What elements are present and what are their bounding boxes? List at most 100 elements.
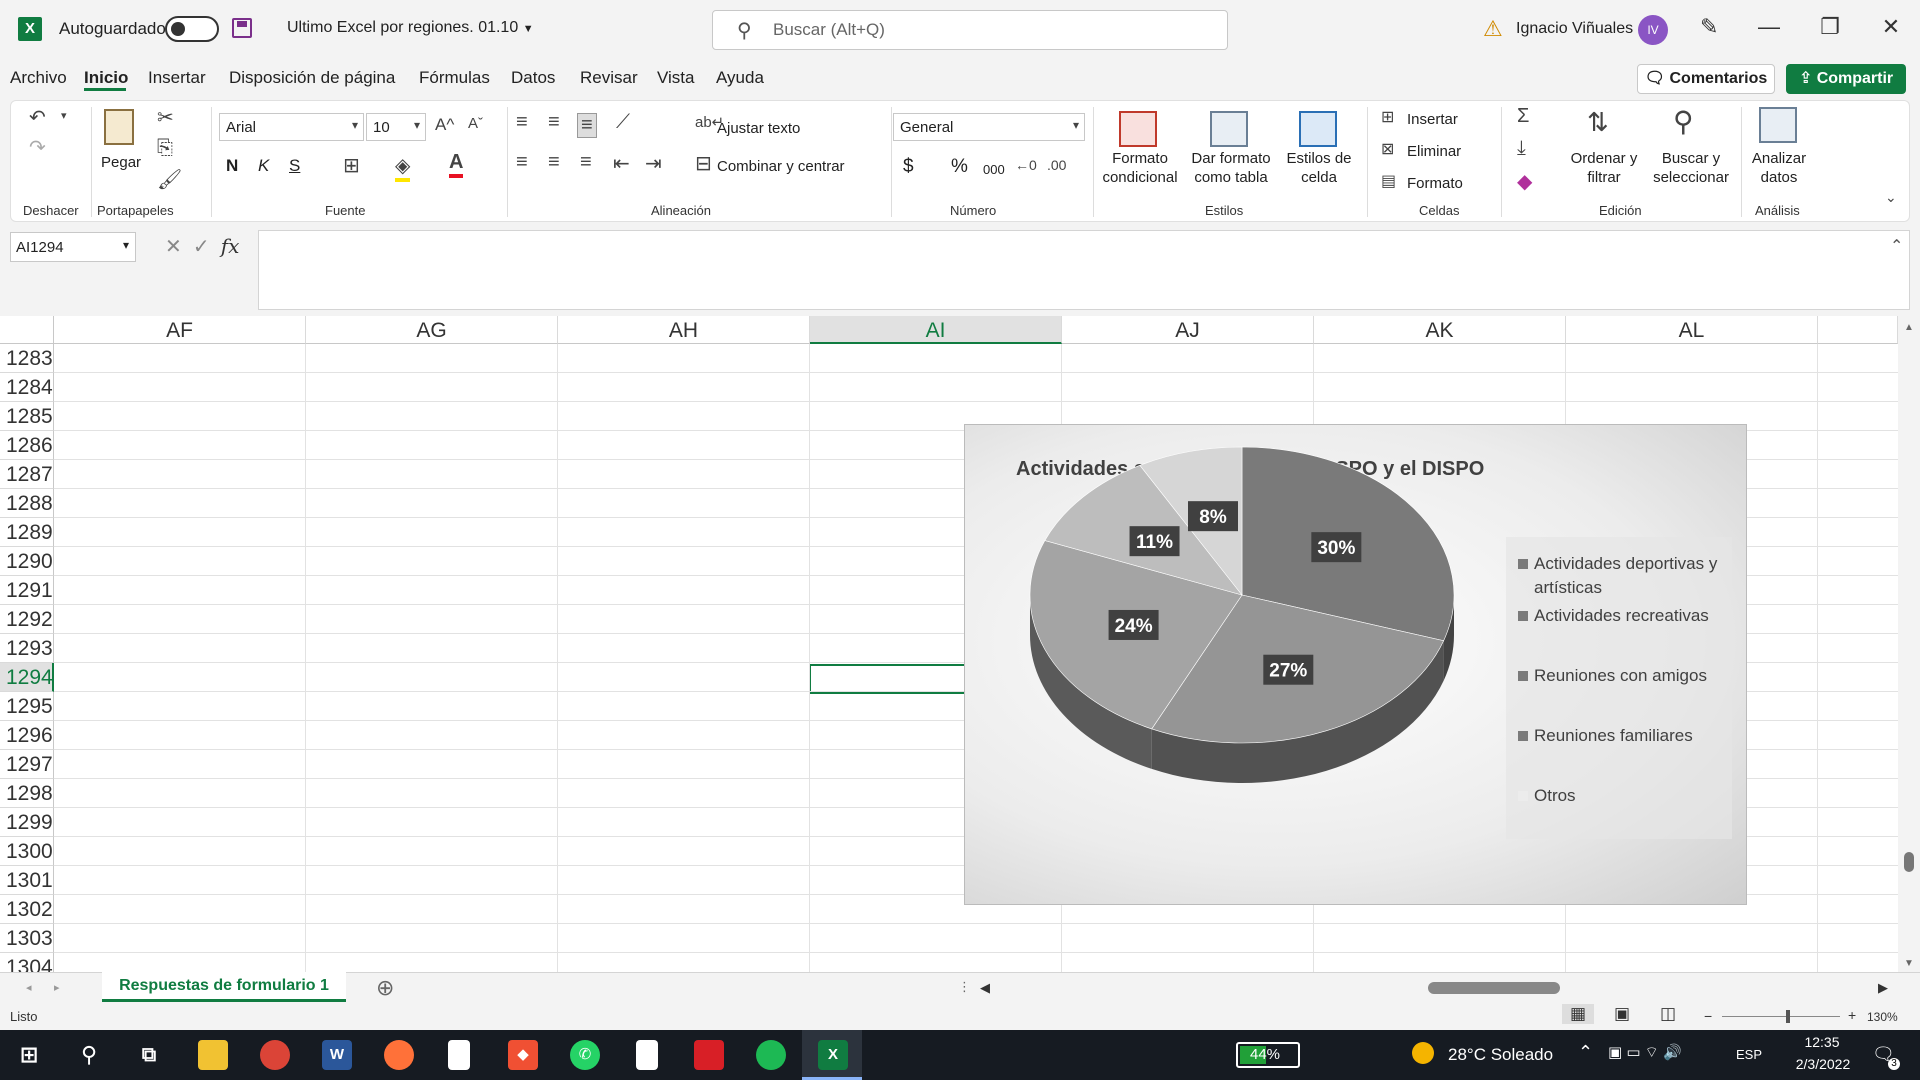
autosave-toggle[interactable] xyxy=(165,16,219,42)
row-header[interactable]: 1289 xyxy=(0,518,54,547)
tab-archivo[interactable]: Archivo xyxy=(10,68,67,88)
tab-ayuda[interactable]: Ayuda xyxy=(716,68,764,88)
decrease-font-icon[interactable]: Aˇ xyxy=(468,115,483,132)
name-box[interactable]: AI1294 ▾ xyxy=(10,232,136,262)
comments-button[interactable]: 🗨 Comentarios xyxy=(1637,64,1775,94)
pie-chart[interactable]: Actividades suspendidas por el ASPO y el… xyxy=(964,424,1747,905)
tab-insertar[interactable]: Insertar xyxy=(148,68,206,88)
paste-icon[interactable] xyxy=(104,109,134,145)
excel-icon[interactable]: X xyxy=(818,1040,848,1070)
restore-icon[interactable]: ❐ xyxy=(1815,14,1845,40)
redo-icon[interactable]: ↷ xyxy=(29,135,46,160)
decrease-indent-icon[interactable]: ⇤ xyxy=(613,151,630,176)
pdf-icon[interactable] xyxy=(694,1040,724,1070)
zoom-level[interactable]: 130% xyxy=(1867,1010,1898,1024)
file-explorer-icon[interactable] xyxy=(198,1040,228,1070)
scroll-right-icon[interactable]: ▶ xyxy=(1878,980,1888,996)
row-header[interactable]: 1287 xyxy=(0,460,54,489)
windows-start-icon[interactable]: ⊞ xyxy=(14,1040,44,1070)
clear-icon[interactable]: ◆ xyxy=(1517,169,1532,194)
tab-vista[interactable]: Vista xyxy=(657,68,695,88)
thousands-button[interactable]: 000 xyxy=(983,160,1005,179)
tab-inicio[interactable]: Inicio xyxy=(84,68,128,88)
function-icon[interactable]: fx xyxy=(221,234,240,258)
row-header[interactable]: 1296 xyxy=(0,721,54,750)
page-layout-icon[interactable]: ▣ xyxy=(1614,1004,1630,1024)
sort-filter-button[interactable]: Ordenar y filtrar xyxy=(1564,149,1644,187)
close-icon[interactable]: ✕ xyxy=(1876,14,1906,40)
tab-datos[interactable]: Datos xyxy=(511,68,555,88)
scroll-left-icon[interactable]: ◀ xyxy=(980,980,990,996)
firefox-icon[interactable] xyxy=(384,1040,414,1070)
scroll-down-icon[interactable]: ▼ xyxy=(1904,958,1914,969)
delete-cells-button[interactable]: Eliminar xyxy=(1407,142,1461,161)
number-format-select[interactable]: General ▾ xyxy=(893,113,1085,141)
row-header[interactable]: 1285 xyxy=(0,402,54,431)
vertical-scrollbar[interactable]: ▲ ▼ xyxy=(1898,316,1920,976)
percent-button[interactable]: % xyxy=(951,157,968,176)
normal-view-icon[interactable]: ▦ xyxy=(1562,1004,1595,1024)
find-select-button[interactable]: Buscar y seleccionar xyxy=(1646,149,1736,187)
align-bottom-icon[interactable]: ≡ xyxy=(577,113,597,138)
merge-center-button[interactable]: Combinar y centrar xyxy=(717,157,845,176)
find-select-icon[interactable]: ⚲ xyxy=(1673,105,1694,138)
wrap-text-button[interactable]: Ajustar texto xyxy=(717,119,800,138)
zoom-slider-thumb[interactable] xyxy=(1786,1010,1790,1023)
prev-sheet-icon[interactable]: ◂ xyxy=(26,981,32,994)
increase-font-icon[interactable]: A^ xyxy=(435,115,454,135)
row-header[interactable]: 1290 xyxy=(0,547,54,576)
font-color-icon[interactable]: A xyxy=(449,151,464,178)
copy-icon[interactable]: ⎘ xyxy=(157,137,173,160)
split-handle-icon[interactable]: ⋮ xyxy=(958,979,971,995)
orientation-icon[interactable]: ⟋ xyxy=(616,111,630,134)
save-icon[interactable] xyxy=(232,18,252,38)
avatar[interactable]: IV xyxy=(1638,15,1668,45)
search-icon[interactable]: ⚲ xyxy=(74,1040,104,1070)
row-header[interactable]: 1297 xyxy=(0,750,54,779)
insert-cells-icon[interactable]: ⊞ xyxy=(1381,107,1394,127)
add-sheet-icon[interactable]: ⊕ xyxy=(376,975,394,1001)
zoom-out-icon[interactable]: − xyxy=(1704,1008,1712,1024)
analyze-data-icon[interactable] xyxy=(1759,107,1797,143)
row-header[interactable]: 1295 xyxy=(0,692,54,721)
fill-color-icon[interactable]: ◈ xyxy=(395,153,411,182)
spotify-icon[interactable] xyxy=(756,1040,786,1070)
cut-icon[interactable]: ✂ xyxy=(157,105,174,130)
row-header[interactable]: 1303 xyxy=(0,924,54,953)
conditional-format-icon[interactable] xyxy=(1119,111,1157,147)
italic-button[interactable]: K xyxy=(258,156,269,175)
conditional-format-button[interactable]: Formato condicional xyxy=(1097,149,1183,187)
table-format-icon[interactable] xyxy=(1210,111,1248,147)
column-header[interactable]: AJ xyxy=(1062,316,1314,344)
row-header[interactable]: 1299 xyxy=(0,808,54,837)
sun-icon[interactable] xyxy=(1412,1042,1434,1064)
document-icon[interactable] xyxy=(636,1040,658,1070)
row-header-selected[interactable]: 1294 xyxy=(0,663,54,692)
sheet-tab-active[interactable]: Respuestas de formulario 1 xyxy=(102,972,346,1002)
column-header-selected[interactable]: AI xyxy=(810,316,1062,344)
horizontal-scroll-thumb[interactable] xyxy=(1428,982,1560,994)
chrome-icon[interactable] xyxy=(260,1040,290,1070)
zoom-slider[interactable] xyxy=(1722,1016,1840,1017)
align-middle-icon[interactable]: ≡ xyxy=(548,111,560,134)
tab-revisar[interactable]: Revisar xyxy=(580,68,638,88)
task-view-icon[interactable]: ⧉ xyxy=(134,1040,164,1070)
insert-cells-button[interactable]: Insertar xyxy=(1407,110,1458,129)
fill-icon[interactable]: ⤓ xyxy=(1517,137,1526,160)
row-header[interactable]: 1301 xyxy=(0,866,54,895)
cancel-icon[interactable]: ✕ xyxy=(165,236,182,258)
increase-decimal-icon[interactable]: ←0 xyxy=(1015,157,1037,173)
system-tray-icons[interactable]: ▣ ▭ ⌔ 🔊 xyxy=(1608,1043,1682,1062)
select-all-corner[interactable] xyxy=(0,316,54,344)
align-right-icon[interactable]: ≡ xyxy=(580,151,592,174)
row-header[interactable]: 1300 xyxy=(0,837,54,866)
search-box[interactable]: ⚲ Buscar (Alt+Q) xyxy=(712,10,1228,50)
word-icon[interactable]: W xyxy=(322,1040,352,1070)
table-format-button[interactable]: Dar formato como tabla xyxy=(1189,149,1273,187)
row-header[interactable]: 1302 xyxy=(0,895,54,924)
cell-styles-button[interactable]: Estilos de celda xyxy=(1279,149,1359,187)
language-indicator[interactable]: ESP xyxy=(1736,1047,1762,1062)
undo-icon[interactable]: ↶ xyxy=(29,105,46,130)
user-name[interactable]: Ignacio Viñuales xyxy=(1516,20,1633,38)
underline-button[interactable]: S xyxy=(289,156,300,175)
